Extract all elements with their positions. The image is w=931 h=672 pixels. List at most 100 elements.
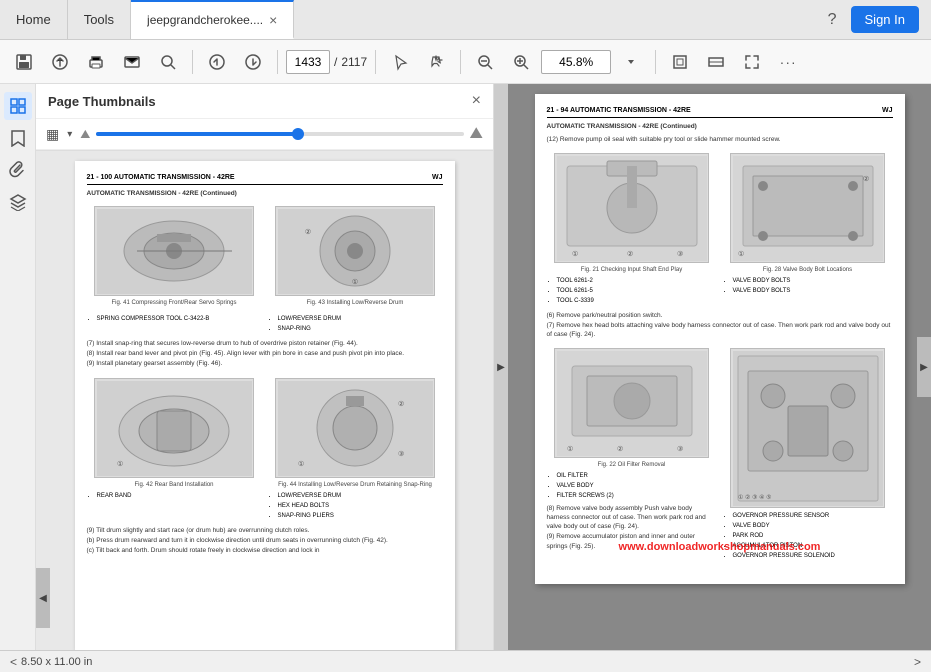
svg-text:①: ① bbox=[567, 445, 573, 453]
left-subheader: AUTOMATIC TRANSMISSION - 42RE (Continued… bbox=[87, 189, 443, 198]
zoom-out-button[interactable] bbox=[469, 46, 501, 78]
full-screen-button[interactable] bbox=[736, 46, 768, 78]
slider-fill bbox=[96, 132, 298, 136]
svg-text:①: ① bbox=[572, 250, 578, 258]
size-slider: ⛰ ⛰ bbox=[80, 125, 483, 143]
fig43-image: ① ② bbox=[275, 206, 435, 296]
step6-text: (6) Remove park/neutral position switch. bbox=[547, 311, 893, 320]
status-bar: < 8.50 x 11.00 in > bbox=[0, 650, 931, 672]
fig44-caption: Fig. 44 Installing Low/Reverse Drum Reta… bbox=[268, 482, 443, 490]
tools-tab[interactable]: Tools bbox=[68, 0, 131, 39]
svg-text:①: ① bbox=[117, 460, 123, 468]
fig43-label-2: SNAP-RING bbox=[278, 325, 443, 334]
fig22-image: ① ② ③ bbox=[554, 348, 709, 458]
top-navigation: Home Tools jeepgrandcherokee.... × ? Sig… bbox=[0, 0, 931, 40]
right-scroll-arrow[interactable]: ▶ bbox=[917, 337, 931, 397]
pan-tool-button[interactable] bbox=[420, 46, 452, 78]
help-button[interactable]: ? bbox=[824, 7, 841, 33]
check-step: (c) Tilt back and forth. Drum should rot… bbox=[87, 546, 443, 555]
separator-5 bbox=[655, 50, 656, 74]
fig43-caption: Fig. 43 Installing Low/Reverse Drum bbox=[268, 300, 443, 308]
sidebar-attachment-button[interactable] bbox=[4, 156, 32, 184]
sidebar-bookmark-button[interactable] bbox=[4, 124, 32, 152]
fig44-label-2: HEX HEAD BOLTS bbox=[278, 502, 443, 511]
email-button[interactable] bbox=[116, 46, 148, 78]
fig21-labels: TOOL 6261-2 TOOL 6261-5 TOOL C-3339 bbox=[547, 277, 717, 306]
fit-width-button[interactable] bbox=[700, 46, 732, 78]
fig-right-label-1: GOVERNOR PRESSURE SENSOR bbox=[733, 512, 893, 521]
panel-title: Page Thumbnails bbox=[48, 94, 156, 109]
search-button[interactable] bbox=[152, 46, 184, 78]
left-document-page: 21 - 100 AUTOMATIC TRANSMISSION - 42RE W… bbox=[75, 161, 455, 650]
save-button[interactable] bbox=[8, 46, 40, 78]
fig42-caption: Fig. 42 Rear Band Installation bbox=[87, 482, 262, 490]
fig-right-image: ① ② ③ ④ ⑤ bbox=[730, 348, 885, 508]
grid-dropdown-button[interactable]: ▾ bbox=[67, 129, 72, 140]
fig44-labels: LOW/REVERSE DRUM HEX HEAD BOLTS SNAP-RIN… bbox=[268, 492, 443, 521]
fig28-label-1: VALVE BODY BOLTS bbox=[733, 277, 893, 286]
left-scroll-arrow[interactable]: ◀ bbox=[36, 568, 50, 628]
fig41-caption: Fig. 41 Compressing Front/Rear Servo Spr… bbox=[87, 300, 262, 308]
status-scroll-left[interactable]: < bbox=[10, 655, 17, 669]
fig21-label-3: TOOL C-3339 bbox=[557, 297, 717, 306]
fig22-label-3: FILTER SCREWS (2) bbox=[557, 492, 717, 501]
next-page-button[interactable] bbox=[237, 46, 269, 78]
status-scroll-right[interactable]: > bbox=[914, 655, 921, 669]
fig28-label-2: VALVE BODY BOLTS bbox=[733, 287, 893, 296]
document-tab-label: jeepgrandcherokee.... bbox=[147, 13, 263, 27]
fig41-image bbox=[94, 206, 254, 296]
grid-view-button[interactable]: ▦ bbox=[46, 126, 59, 143]
fig44-image: ① ② ③ bbox=[275, 378, 435, 478]
document-tab[interactable]: jeepgrandcherokee.... × bbox=[131, 0, 294, 39]
zoom-in-button[interactable] bbox=[505, 46, 537, 78]
home-tab-label: Home bbox=[16, 12, 51, 27]
rotate-step: (b) Press drum rearward and turn it in c… bbox=[87, 536, 443, 545]
page-number-input[interactable] bbox=[286, 50, 330, 74]
svg-text:③: ③ bbox=[677, 250, 683, 258]
right-document-page: 21 - 94 AUTOMATIC TRANSMISSION - 42RE WJ… bbox=[535, 94, 905, 584]
slider-thumb[interactable] bbox=[292, 128, 304, 140]
svg-text:①: ① bbox=[351, 278, 357, 286]
panel-close-button[interactable]: × bbox=[472, 92, 481, 110]
thumbnails-panel: Page Thumbnails × ▦ ▾ ⛰ ⛰ bbox=[36, 84, 493, 151]
slider-track[interactable] bbox=[96, 132, 463, 136]
close-tab-button[interactable]: × bbox=[269, 13, 277, 27]
sign-in-button[interactable]: Sign In bbox=[851, 6, 919, 33]
fig21-label-1: TOOL 6261-2 bbox=[557, 277, 717, 286]
middle-scroll-right[interactable]: ▶ bbox=[494, 84, 508, 650]
zoom-input[interactable] bbox=[541, 50, 611, 74]
fig22-caption: Fig. 22 Oil Filter Removal bbox=[547, 462, 717, 470]
slider-min-icon: ⛰ bbox=[80, 127, 90, 142]
left-arrow-icon: ◀ bbox=[39, 593, 47, 604]
cursor-tool-button[interactable] bbox=[384, 46, 416, 78]
tools-tab-label: Tools bbox=[84, 12, 114, 27]
sidebar-thumbnails-button[interactable] bbox=[4, 92, 32, 120]
fig44-label-3: SNAP-RING PLIERS bbox=[278, 512, 443, 521]
right-page-header: 21 - 94 AUTOMATIC TRANSMISSION - 42RE WJ bbox=[547, 106, 893, 118]
step7-text: (7) Install snap-ring that secures low-r… bbox=[87, 339, 443, 348]
fig42-labels: REAR BAND bbox=[87, 492, 262, 501]
svg-text:③: ③ bbox=[398, 450, 404, 458]
fig22-label-2: VALVE BODY bbox=[557, 482, 717, 491]
fit-page-button[interactable] bbox=[664, 46, 696, 78]
separator-2 bbox=[277, 50, 278, 74]
step8-right-text: (8) Remove valve body assembly Push valv… bbox=[547, 504, 717, 531]
fig44-label-1: LOW/REVERSE DRUM bbox=[278, 492, 443, 501]
prev-page-button[interactable] bbox=[201, 46, 233, 78]
fig-right-label-2: VALVE BODY bbox=[733, 522, 893, 531]
more-tools-button[interactable]: ··· bbox=[772, 46, 804, 78]
print-button[interactable] bbox=[80, 46, 112, 78]
step12-text: (12) Remove pump oil seal with suitable … bbox=[547, 135, 893, 144]
sidebar-icons bbox=[0, 84, 36, 650]
nav-spacer bbox=[294, 0, 811, 39]
zoom-dropdown-button[interactable] bbox=[615, 46, 647, 78]
watermark: www.downloadworkshopmanuals.com bbox=[535, 540, 905, 554]
svg-text:③: ③ bbox=[677, 445, 683, 453]
fig43-label-1: LOW/REVERSE DRUM bbox=[278, 315, 443, 324]
upload-button[interactable] bbox=[44, 46, 76, 78]
svg-text:①: ① bbox=[298, 460, 304, 468]
sidebar-layers-button[interactable] bbox=[4, 188, 32, 216]
right-header-text: 21 - 94 AUTOMATIC TRANSMISSION - 42RE bbox=[547, 106, 691, 115]
page-total: 2117 bbox=[341, 55, 367, 69]
home-tab[interactable]: Home bbox=[0, 0, 68, 39]
